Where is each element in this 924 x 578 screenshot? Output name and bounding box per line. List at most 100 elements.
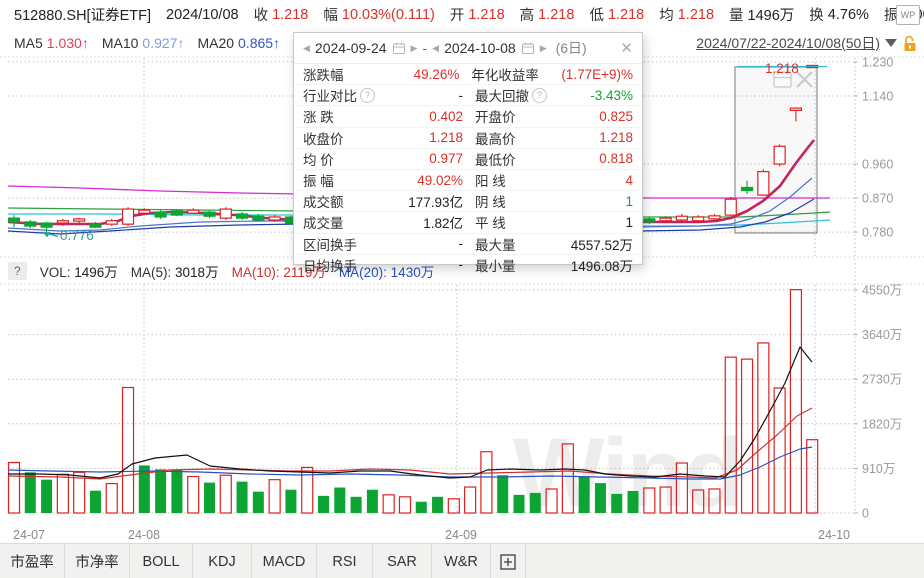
volume-bar (497, 475, 508, 513)
candlestick (709, 216, 720, 219)
tab-市净率[interactable]: 市净率 (65, 544, 130, 578)
stat-value: 177.93亿 (391, 191, 463, 211)
stat-label: 最小量 (475, 255, 567, 275)
tab-boll[interactable]: BOLL (130, 544, 193, 578)
stat-value: 0.825 (567, 109, 633, 124)
candlestick (90, 224, 101, 227)
end-date: 2024-10-08 (444, 40, 516, 56)
stat-row: 涨 跌0.402开盘价0.825 (294, 105, 642, 126)
stat-row: 区间换手-最大量4557.52万 (294, 233, 642, 254)
candlestick (725, 199, 736, 215)
start-date-prev-button[interactable]: ◀ (303, 43, 310, 54)
help-icon[interactable]: ? (532, 88, 547, 103)
volume-bar (774, 388, 785, 513)
stat-value: 0.977 (391, 151, 463, 166)
stat-value: 1 (567, 215, 633, 230)
add-indicator-button[interactable] (491, 544, 526, 578)
volume-bar (790, 290, 801, 513)
candlestick (237, 214, 248, 218)
stat-label: 涨 跌 (303, 106, 391, 126)
low-price-annotation: 0.776 (60, 228, 94, 243)
last-price-label: 1.218 (765, 61, 799, 76)
vol-value: VOL: 1496万 (40, 261, 118, 281)
stat-row: 收盘价1.218最高价1.218 (294, 127, 642, 148)
watermark: Wind (513, 418, 741, 527)
volume-bar (465, 487, 476, 513)
end-date-calendar-icon[interactable] (521, 41, 535, 55)
range-dropdown-icon[interactable] (885, 39, 897, 47)
tab-sar[interactable]: SAR (373, 544, 432, 578)
end-date-prev-button[interactable]: ◀ (432, 43, 439, 54)
lock-icon[interactable] (902, 35, 918, 52)
indicator-tab-bar: 市盈率市净率BOLLKDJMACDRSISARW&R (0, 543, 924, 578)
y-axis-label: 3640万 (862, 328, 902, 342)
stat-label: 成交量 (303, 212, 391, 232)
stat-label: 行业对比? (303, 85, 391, 105)
volume-bar (351, 497, 362, 513)
tab-kdj[interactable]: KDJ (193, 544, 252, 578)
stat-value: - (391, 236, 463, 251)
popup-close-button[interactable]: ✕ (620, 39, 633, 57)
start-date-next-button[interactable]: ▶ (411, 43, 418, 54)
stat-row: 行业对比?-最大回撤?-3.43% (294, 84, 642, 105)
range-label[interactable]: 2024/07/22-2024/10/08(50日) (696, 33, 880, 53)
stat-label: 阴 线 (475, 191, 567, 211)
volume-bar (513, 495, 524, 513)
tab-wr[interactable]: W&R (432, 544, 491, 578)
volume-help-icon[interactable]: ? (8, 262, 27, 280)
volume-bar (432, 497, 443, 513)
range-group: 2024/07/22-2024/10/08(50日) (696, 33, 918, 53)
stat-label: 最高价 (475, 128, 567, 148)
candlestick (790, 108, 801, 110)
volume-bar (285, 490, 296, 513)
tab-macd[interactable]: MACD (252, 544, 317, 578)
stat-value: 1.218 (391, 130, 463, 145)
stat-label: 平 线 (475, 212, 567, 232)
stat-row: 日均换手-最小量1496.08万 (294, 254, 642, 275)
volume-bar (318, 496, 329, 513)
date-range-popup: ◀ 2024-09-24 ▶ - ◀ 2024-10-08 ▶ (6日) ✕ 涨… (293, 32, 643, 265)
candlestick (123, 209, 134, 224)
candlestick (269, 217, 280, 220)
stat-value: 1 (567, 194, 633, 209)
y-axis-label: 2730万 (862, 373, 902, 387)
candlestick (774, 146, 785, 164)
volume-bar (383, 495, 394, 513)
volume-bar (758, 343, 769, 513)
candlestick (57, 221, 68, 223)
end-date-next-button[interactable]: ▶ (540, 43, 547, 54)
volume-bar (220, 475, 231, 513)
plus-icon (500, 554, 516, 570)
candlestick (9, 218, 20, 222)
y-axis-label: 0.780 (862, 226, 893, 240)
candlestick (155, 212, 166, 217)
candlestick (742, 187, 753, 190)
stat-label: 最大量 (475, 234, 567, 254)
volume-bar (481, 452, 492, 513)
y-axis-label: 0 (862, 507, 869, 521)
candlestick (188, 210, 199, 213)
volume-bar (106, 484, 117, 513)
candlestick (171, 211, 182, 215)
volume-bar (155, 469, 166, 513)
y-axis-label: 0.870 (862, 192, 893, 206)
volume-bar (269, 480, 280, 513)
candlestick (25, 222, 36, 226)
volume-bar (742, 359, 753, 513)
wind-chart-window: 512880.SH[证券ETF] 2024/10/08 收1.218幅10.03… (0, 0, 924, 578)
popup-header: ◀ 2024-09-24 ▶ - ◀ 2024-10-08 ▶ (6日) ✕ (294, 33, 642, 64)
tab-rsi[interactable]: RSI (317, 544, 373, 578)
stat-value: - (391, 257, 463, 272)
stat-value: - (391, 88, 463, 103)
tab-市盈率[interactable]: 市盈率 (0, 544, 65, 578)
y-axis-label: 4550万 (862, 284, 902, 298)
volume-bar (41, 480, 52, 513)
stat-row: 均 价0.977最低价0.818 (294, 148, 642, 169)
stat-row: 涨跌幅49.26%年化收益率(1.77E+9)% (294, 64, 642, 84)
stat-value: (1.77E+9)% (561, 67, 633, 82)
volume-bar (334, 488, 345, 513)
stat-value: 1496.08万 (567, 255, 633, 275)
help-icon[interactable]: ? (360, 88, 375, 103)
start-date-calendar-icon[interactable] (392, 41, 406, 55)
volume-bar (204, 483, 215, 513)
